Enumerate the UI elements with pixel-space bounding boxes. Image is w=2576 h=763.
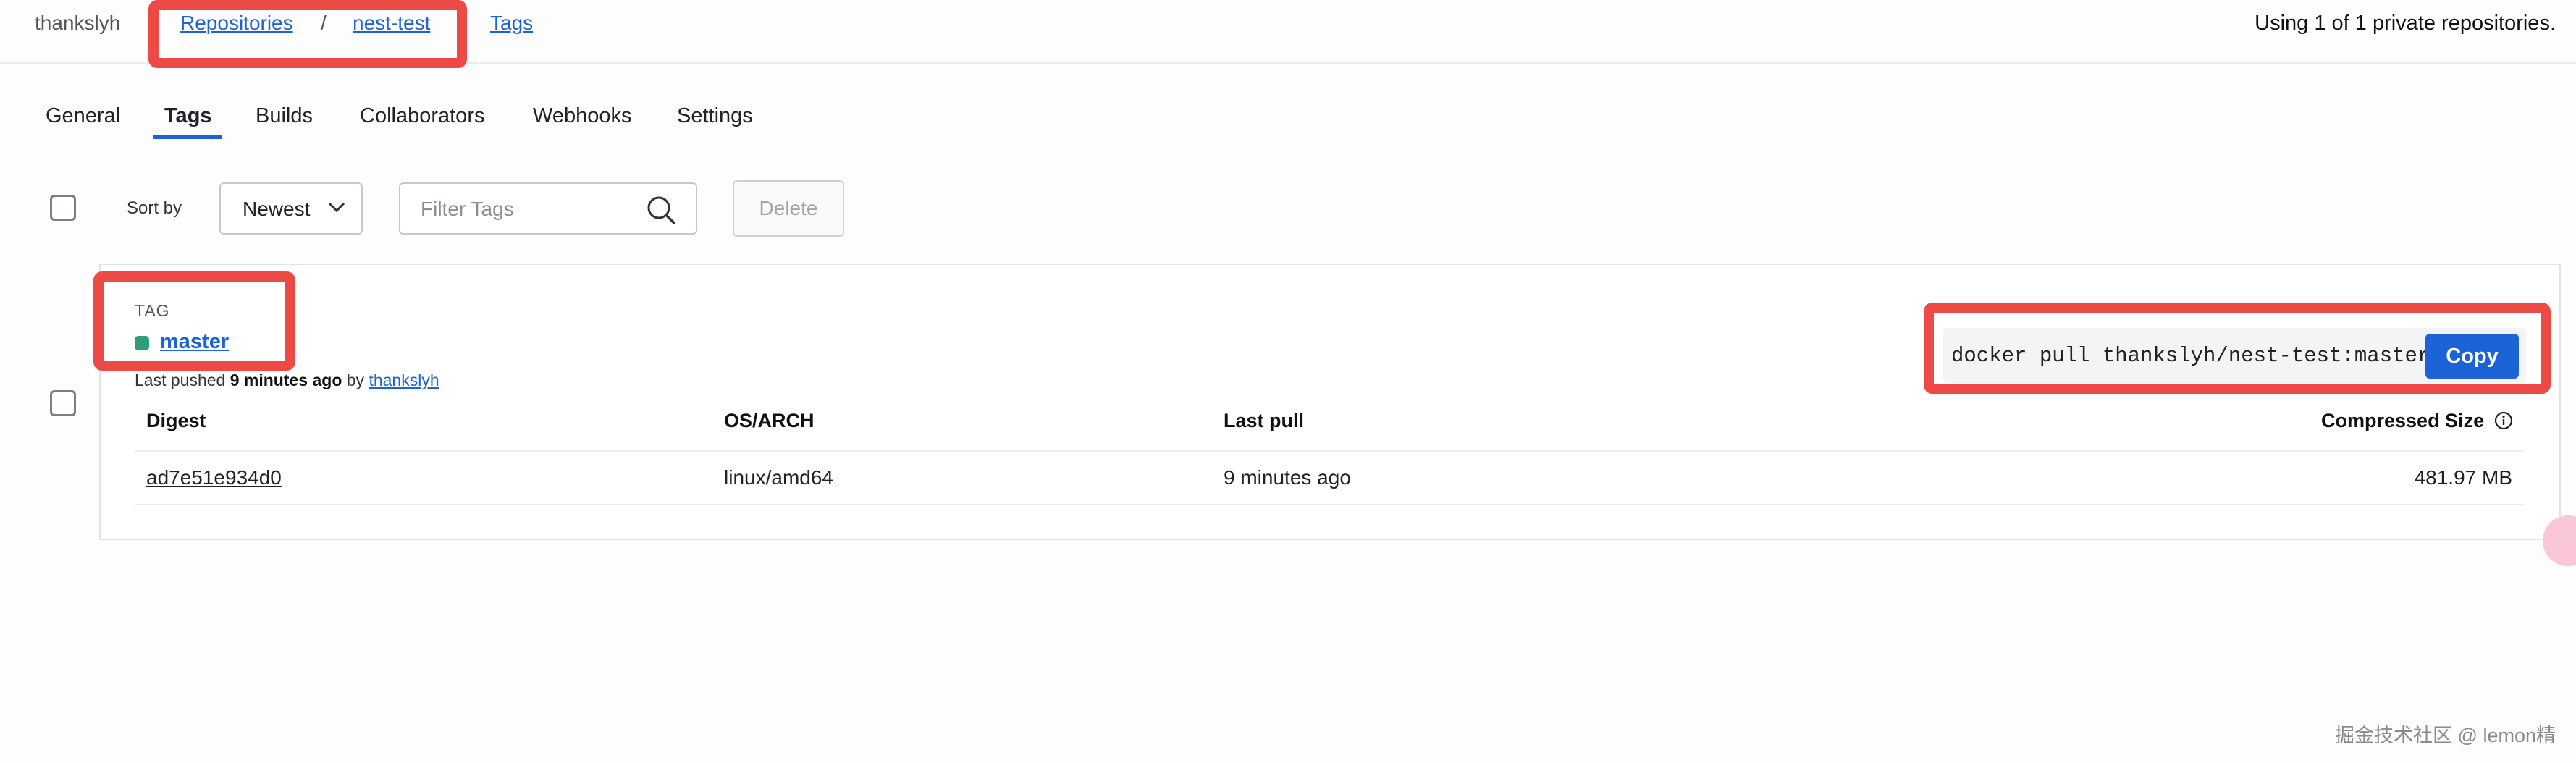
- sort-by-label: Sort by: [127, 198, 182, 218]
- filter-tags-input[interactable]: [419, 194, 639, 224]
- search-icon: [647, 196, 675, 224]
- filter-tags-field[interactable]: [399, 182, 697, 235]
- private-repo-usage: Using 1 of 1 private repositories.: [2255, 12, 2556, 35]
- tag-row-checkbox[interactable]: [50, 390, 76, 416]
- tab-general[interactable]: General: [46, 104, 120, 128]
- tab-settings[interactable]: Settings: [677, 104, 753, 128]
- active-tab-indicator: [153, 135, 222, 139]
- chevron-down-icon: [328, 202, 345, 213]
- tab-tags[interactable]: Tags: [164, 104, 212, 128]
- annotation-breadcrumb-highlight: [148, 0, 467, 68]
- table-row-divider: [135, 504, 2524, 505]
- compressed-size-cell: 481.97 MB: [2414, 466, 2512, 489]
- last-pushed-time: 9 minutes ago: [230, 371, 342, 389]
- sort-select-value: Newest: [243, 198, 311, 220]
- pushed-by-user-link[interactable]: thankslyh: [369, 371, 439, 389]
- select-all-checkbox[interactable]: [50, 195, 76, 221]
- account-name[interactable]: thankslyh: [35, 12, 120, 35]
- column-header-os-arch: OS/ARCH: [724, 410, 815, 431]
- tab-builds[interactable]: Builds: [256, 104, 313, 128]
- annotation-pull-command-highlight: [1924, 303, 2551, 394]
- column-header-digest: Digest: [146, 410, 206, 431]
- last-pull-cell: 9 minutes ago: [1224, 466, 1351, 489]
- column-header-compressed-size: Compressed Size: [2321, 410, 2485, 431]
- column-header-last-pull: Last pull: [1224, 410, 1305, 431]
- table-header-divider: [135, 450, 2524, 452]
- tab-webhooks[interactable]: Webhooks: [533, 104, 632, 128]
- annotation-tag-highlight: [93, 271, 295, 371]
- breadcrumb-tags[interactable]: Tags: [490, 12, 533, 35]
- last-pushed-by-word: by: [346, 371, 365, 389]
- tab-collaborators[interactable]: Collaborators: [360, 104, 484, 128]
- watermark: 掘金技术社区 @ lemon精: [2335, 725, 2556, 746]
- last-pushed-prefix: Last pushed: [135, 371, 226, 389]
- sort-select[interactable]: Newest: [219, 182, 363, 235]
- delete-button[interactable]: Delete: [733, 180, 844, 237]
- os-arch-cell: linux/amd64: [724, 466, 833, 489]
- digest-link[interactable]: ad7e51e934d0: [146, 466, 282, 489]
- info-icon[interactable]: [2494, 411, 2513, 430]
- last-pushed-info: Last pushed 9 minutes ago by thankslyh: [135, 371, 439, 390]
